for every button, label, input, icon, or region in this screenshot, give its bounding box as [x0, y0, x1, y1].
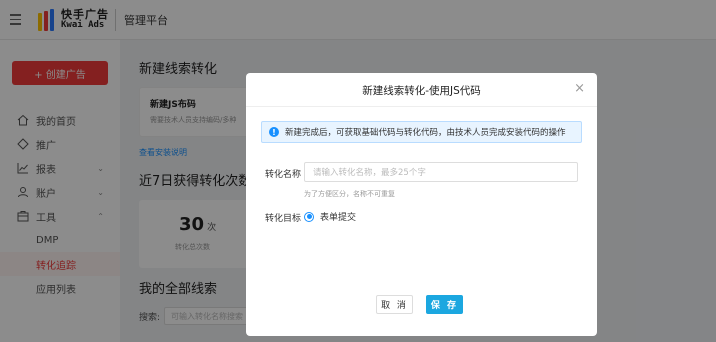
- info-banner: ! 新建完成后，可获取基础代码与转化代码，由技术人员完成安装代码的操作: [261, 121, 582, 143]
- modal-header: 新建线索转化-使用JS代码 ×: [246, 73, 597, 107]
- radio-selected-icon: [304, 211, 314, 222]
- cancel-button[interactable]: 取 消: [376, 295, 413, 314]
- info-icon: !: [269, 127, 279, 137]
- modal-title: 新建线索转化-使用JS代码: [362, 85, 481, 97]
- target-radio-form-submit[interactable]: 表单提交: [304, 210, 356, 223]
- radio-label: 表单提交: [320, 213, 357, 223]
- conversion-name-input[interactable]: 请输入转化名称，最多25个字: [304, 162, 578, 182]
- save-button[interactable]: 保 存: [426, 295, 463, 314]
- info-text: 新建完成后，可获取基础代码与转化代码，由技术人员完成安装代码的操作: [285, 128, 566, 138]
- conversion-name-label: 转化名称: [265, 170, 302, 180]
- conversion-name-hint: 为了方便区分，名称不可重复: [304, 190, 395, 198]
- close-icon[interactable]: ×: [574, 82, 585, 95]
- conversion-target-label: 转化目标: [265, 214, 302, 224]
- new-conversion-modal: 新建线索转化-使用JS代码 × ! 新建完成后，可获取基础代码与转化代码，由技术…: [246, 73, 597, 336]
